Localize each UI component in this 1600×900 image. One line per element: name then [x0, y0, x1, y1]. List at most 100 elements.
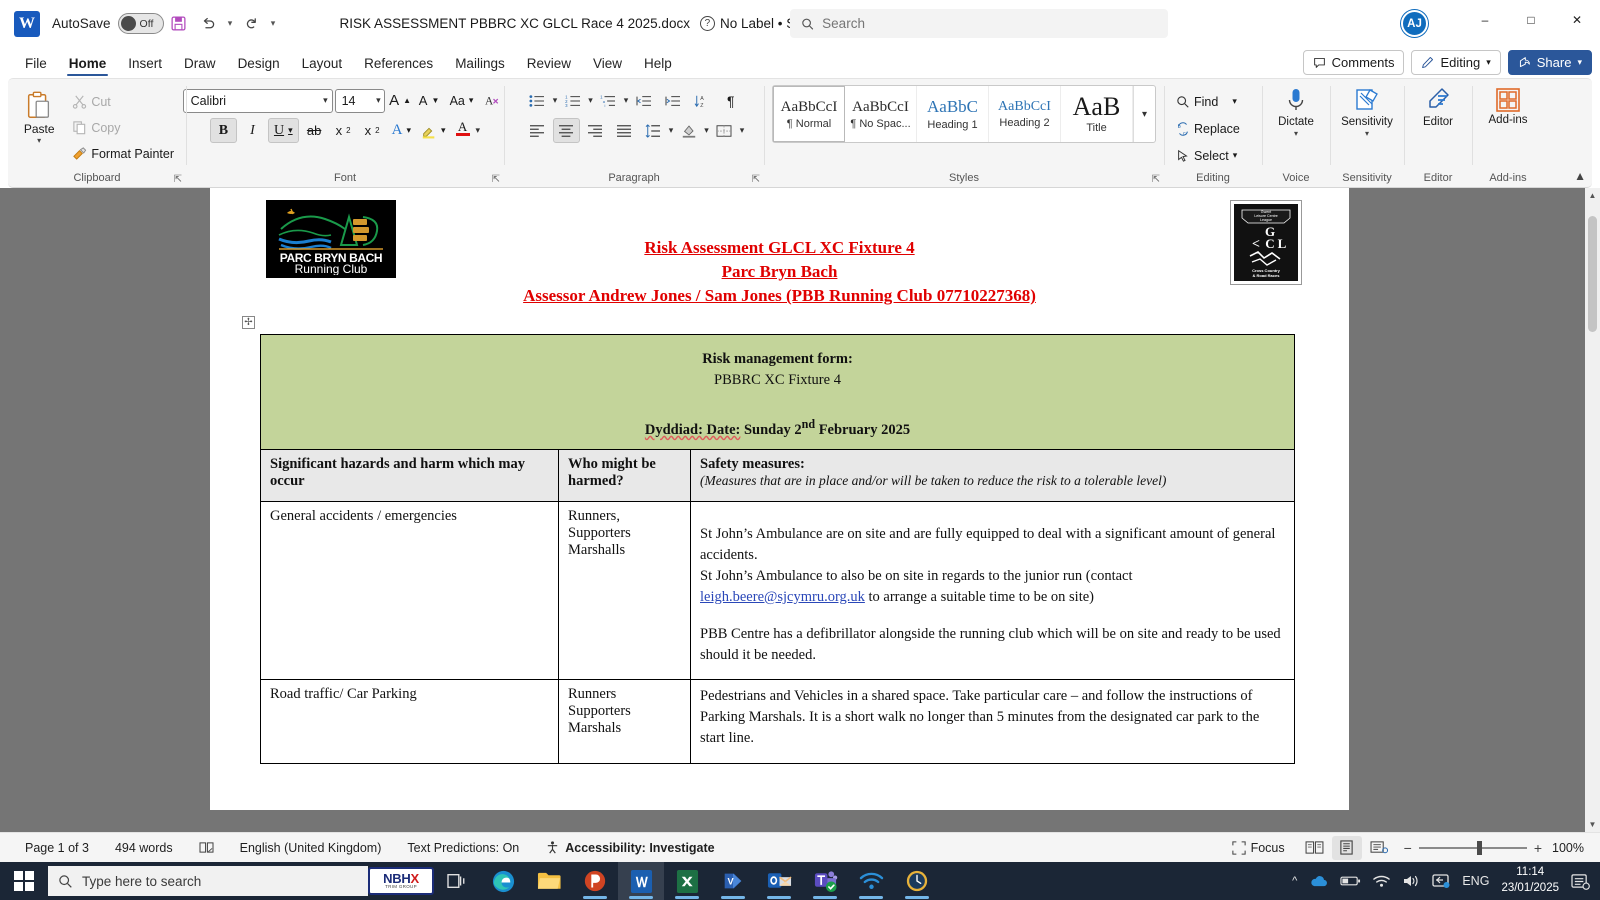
page-indicator[interactable]: Page 1 of 3: [12, 841, 102, 855]
table-banner-cell[interactable]: Risk management form: PBBRC XC Fixture 4…: [260, 334, 1295, 450]
edge-icon[interactable]: [480, 862, 526, 900]
task-view-icon[interactable]: [434, 862, 480, 900]
bullets-icon[interactable]: [524, 88, 551, 113]
editor-button[interactable]: Editor: [1407, 83, 1469, 128]
shrink-font-button[interactable]: A ▼: [416, 88, 443, 113]
language-indicator[interactable]: ENG: [1462, 874, 1489, 888]
risk-assessment-table[interactable]: Risk management form: PBBRC XC Fixture 4…: [260, 334, 1295, 764]
minimize-icon[interactable]: –: [1462, 0, 1508, 40]
header-cell-hazards[interactable]: Significant hazards and harm which may o…: [260, 448, 559, 502]
row-1-hazard[interactable]: General accidents / emergencies: [260, 500, 559, 680]
tab-home[interactable]: Home: [58, 52, 118, 78]
multilevel-list-icon[interactable]: 1ai: [595, 88, 622, 113]
justify-icon[interactable]: [611, 118, 638, 143]
tab-file[interactable]: File: [14, 52, 58, 78]
row-2-measures[interactable]: Pedestrians and Vehicles in a shared spa…: [690, 678, 1295, 764]
align-center-icon[interactable]: [552, 118, 580, 143]
format-painter-button[interactable]: Format Painter: [67, 141, 179, 166]
tab-draw[interactable]: Draw: [173, 52, 227, 78]
row-2-who[interactable]: Runners Supporters Marshals: [558, 678, 691, 764]
tab-references[interactable]: References: [353, 52, 444, 78]
comments-button[interactable]: Comments: [1302, 50, 1405, 75]
grow-font-button[interactable]: A ▲: [387, 88, 414, 113]
dictate-button[interactable]: Dictate ▾: [1265, 83, 1327, 138]
replace-button[interactable]: bc Replace: [1171, 116, 1245, 141]
show-hidden-icons[interactable]: ^: [1292, 875, 1297, 887]
redo-icon[interactable]: [237, 9, 267, 39]
underline-button[interactable]: U ▾: [267, 118, 299, 143]
shading-icon[interactable]: [675, 118, 702, 143]
accessibility-indicator[interactable]: Accessibility: Investigate: [532, 840, 727, 855]
sort-icon[interactable]: AZ: [688, 88, 715, 113]
superscript-button[interactable]: x2: [359, 118, 386, 143]
nbhx-trim-group-logo[interactable]: NBHX TRIM GROUP: [368, 867, 434, 895]
visio-icon[interactable]: V: [710, 862, 756, 900]
close-icon[interactable]: ✕: [1554, 0, 1600, 40]
style-no-spacing[interactable]: AaBbCcI ¶ No Spac...: [845, 86, 917, 142]
wifi-icon[interactable]: [1373, 874, 1391, 888]
word-icon[interactable]: [618, 862, 664, 900]
scrollbar-thumb[interactable]: [1588, 216, 1597, 332]
autosave-toggle[interactable]: Off: [117, 13, 164, 34]
zoom-thumb[interactable]: [1476, 840, 1482, 855]
subscript-button[interactable]: x2: [330, 118, 357, 143]
file-explorer-icon[interactable]: [526, 862, 572, 900]
tab-layout[interactable]: Layout: [291, 52, 354, 78]
document-title[interactable]: RISK ASSESSMENT PBBRC XC GLCL Race 4 202…: [340, 16, 690, 31]
zoom-track[interactable]: [1418, 840, 1527, 855]
clock[interactable]: 11:14 23/01/2025: [1501, 865, 1559, 896]
show-formatting-marks-icon[interactable]: ¶: [717, 88, 744, 113]
text-highlight-button[interactable]: ▾: [417, 118, 450, 143]
line-spacing-icon[interactable]: [640, 118, 667, 143]
volume-icon[interactable]: [1402, 874, 1420, 888]
zoom-out-button[interactable]: −: [1404, 840, 1412, 856]
select-button[interactable]: Select ▾: [1171, 143, 1245, 168]
print-layout-icon[interactable]: [1331, 835, 1362, 860]
email-link[interactable]: leigh.beere@sjcymru.org.uk: [700, 589, 865, 605]
font-size-combo[interactable]: 14 ▾: [334, 88, 385, 113]
zoom-in-button[interactable]: +: [1534, 840, 1542, 856]
onedrive-icon[interactable]: [1309, 875, 1328, 888]
copy-button[interactable]: Copy: [67, 115, 179, 140]
start-icon[interactable]: [0, 862, 48, 900]
tab-insert[interactable]: Insert: [117, 52, 173, 78]
style-title[interactable]: AaB Title: [1061, 86, 1133, 142]
share-button[interactable]: Share ▾: [1507, 50, 1592, 75]
teams-icon[interactable]: [802, 862, 848, 900]
borders-icon[interactable]: [711, 118, 738, 143]
sensitivity-button[interactable]: Sensitivity ▾: [1336, 83, 1398, 138]
excel-icon[interactable]: [664, 862, 710, 900]
bold-button[interactable]: B: [209, 118, 237, 143]
collapse-ribbon-icon[interactable]: ▲: [1574, 169, 1586, 183]
find-button[interactable]: Find ▾: [1171, 89, 1245, 114]
display-settings-icon[interactable]: [1432, 873, 1450, 889]
tab-design[interactable]: Design: [227, 52, 291, 78]
addins-button[interactable]: Add-ins: [1477, 83, 1539, 126]
document-page[interactable]: PARC BRYN BACH Running Club Gwent Leisur…: [210, 188, 1349, 810]
zoom-level[interactable]: 100%: [1552, 841, 1588, 855]
notification-center-icon[interactable]: [1571, 873, 1590, 890]
style-heading-2[interactable]: AaBbCcI Heading 2: [989, 86, 1061, 142]
undo-icon[interactable]: [194, 9, 224, 39]
row-1-measures[interactable]: St John’s Ambulance are on site and are …: [690, 500, 1295, 680]
row-2-hazard[interactable]: Road traffic/ Car Parking: [260, 678, 559, 764]
change-case-button[interactable]: Aa ▾: [445, 88, 479, 113]
row-1-who[interactable]: Runners, Supporters Marshalls: [558, 500, 691, 680]
clock-app-icon[interactable]: [894, 862, 940, 900]
outlook-icon[interactable]: [756, 862, 802, 900]
font-name-combo[interactable]: Calibri ▾: [182, 88, 333, 113]
focus-button[interactable]: Focus: [1219, 841, 1298, 855]
vertical-scrollbar[interactable]: ▲ ▼: [1585, 188, 1600, 832]
tab-mailings[interactable]: Mailings: [444, 52, 516, 78]
web-layout-icon[interactable]: [1364, 836, 1394, 860]
style-heading-1[interactable]: AaBbC Heading 1: [917, 86, 989, 142]
wifi-app-icon[interactable]: [848, 862, 894, 900]
paste-button[interactable]: Paste ▾: [15, 85, 63, 166]
cut-button[interactable]: Cut: [67, 89, 179, 114]
proofing-errors-icon[interactable]: [186, 841, 227, 854]
undo-dropdown-icon[interactable]: ▾: [224, 18, 237, 29]
tab-view[interactable]: View: [582, 52, 633, 78]
tab-review[interactable]: Review: [516, 52, 582, 78]
table-move-handle[interactable]: ✢: [242, 316, 255, 329]
customize-quick-access-icon[interactable]: ▾: [267, 18, 280, 29]
